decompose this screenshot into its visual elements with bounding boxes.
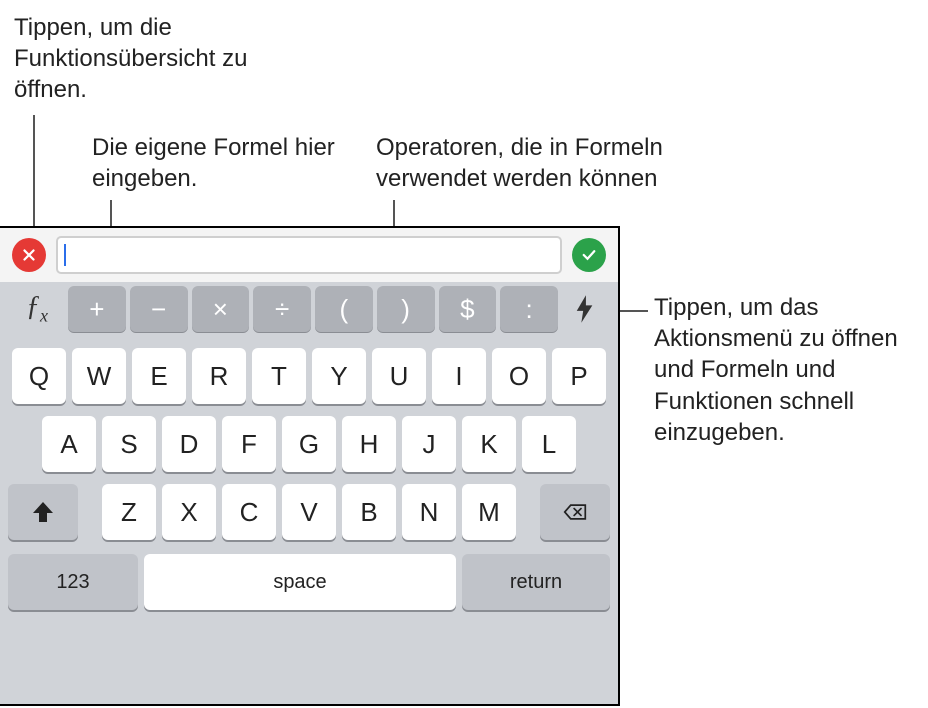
key-n[interactable]: N [402, 484, 456, 540]
fx-label: ƒx [26, 291, 48, 327]
qwerty-area: Q W E R T Y U I O P A S D F G H J K L [0, 344, 618, 622]
key-b[interactable]: B [342, 484, 396, 540]
key-w[interactable]: W [72, 348, 126, 404]
key-q[interactable]: Q [12, 348, 66, 404]
op-lparen[interactable]: ( [315, 286, 373, 332]
key-row-1: Q W E R T Y U I O P [4, 348, 614, 404]
key-d[interactable]: D [162, 416, 216, 472]
callout-input: Die eigene Formel hier eingeben. [92, 132, 342, 194]
keyboard-panel: ƒx + − × ÷ ( ) $ : Q W E R T [0, 226, 620, 706]
return-key[interactable]: return [462, 554, 610, 610]
op-divide[interactable]: ÷ [253, 286, 311, 332]
actions-button[interactable] [558, 286, 612, 332]
key-row-4: 123 space return [4, 554, 614, 616]
key-u[interactable]: U [372, 348, 426, 404]
text-cursor [64, 244, 66, 266]
key-y[interactable]: Y [312, 348, 366, 404]
callout-ops: Operatoren, die in Formeln verwendet wer… [376, 132, 696, 194]
key-g[interactable]: G [282, 416, 336, 472]
key-e[interactable]: E [132, 348, 186, 404]
x-icon [20, 246, 38, 264]
backspace-key[interactable] [540, 484, 610, 540]
space-key[interactable]: space [144, 554, 456, 610]
key-f[interactable]: F [222, 416, 276, 472]
key-a[interactable]: A [42, 416, 96, 472]
formula-input[interactable] [56, 236, 562, 274]
op-plus[interactable]: + [68, 286, 126, 332]
numbers-key[interactable]: 123 [8, 554, 138, 610]
key-v[interactable]: V [282, 484, 336, 540]
key-row-2: A S D F G H J K L [4, 416, 614, 472]
key-h[interactable]: H [342, 416, 396, 472]
formula-bar [0, 228, 618, 282]
key-c[interactable]: C [222, 484, 276, 540]
confirm-button[interactable] [572, 238, 606, 272]
check-icon [580, 246, 598, 264]
key-r[interactable]: R [192, 348, 246, 404]
op-dollar[interactable]: $ [439, 286, 497, 332]
backspace-icon [563, 500, 587, 524]
callout-bolt: Tippen, um das Aktionsmenü zu öffnen und… [654, 292, 924, 448]
key-j[interactable]: J [402, 416, 456, 472]
shift-icon [31, 500, 55, 524]
key-t[interactable]: T [252, 348, 306, 404]
op-rparen[interactable]: ) [377, 286, 435, 332]
key-z[interactable]: Z [102, 484, 156, 540]
op-colon[interactable]: : [500, 286, 558, 332]
key-s[interactable]: S [102, 416, 156, 472]
cancel-button[interactable] [12, 238, 46, 272]
op-minus[interactable]: − [130, 286, 188, 332]
operator-row: ƒx + − × ÷ ( ) $ : [0, 282, 618, 344]
op-multiply[interactable]: × [192, 286, 250, 332]
bolt-icon [574, 294, 596, 324]
key-m[interactable]: M [462, 484, 516, 540]
key-k[interactable]: K [462, 416, 516, 472]
fx-button[interactable]: ƒx [6, 286, 68, 332]
key-x[interactable]: X [162, 484, 216, 540]
key-i[interactable]: I [432, 348, 486, 404]
key-l[interactable]: L [522, 416, 576, 472]
operator-keys: + − × ÷ ( ) $ : [68, 286, 558, 332]
shift-key[interactable] [8, 484, 78, 540]
callout-fx: Tippen, um die Funktionsübersicht zu öff… [14, 12, 274, 106]
key-p[interactable]: P [552, 348, 606, 404]
key-row-3: Z X C V B N M [4, 484, 614, 540]
key-o[interactable]: O [492, 348, 546, 404]
